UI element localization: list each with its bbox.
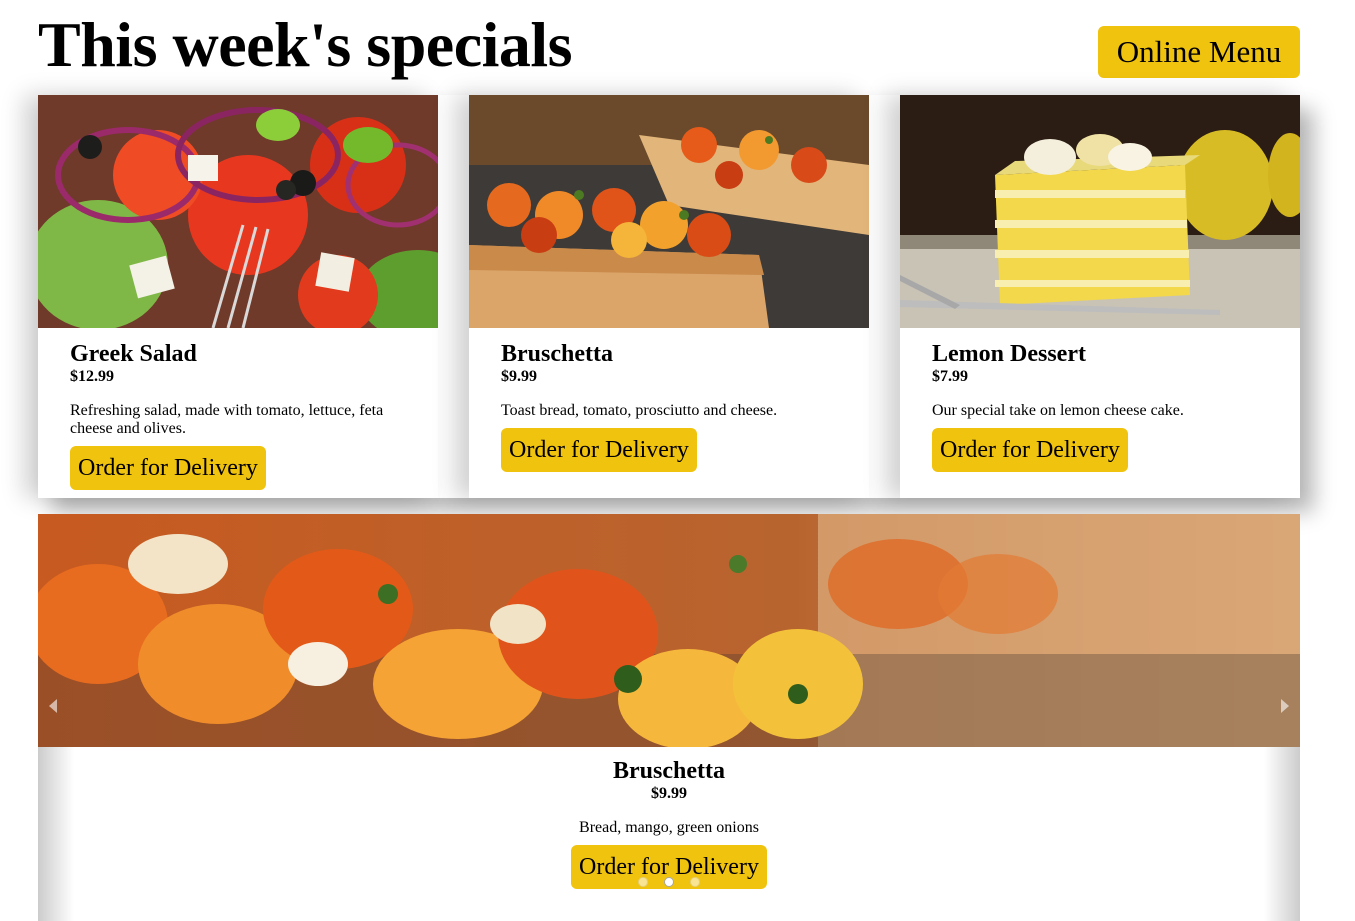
carousel-dot[interactable] bbox=[690, 877, 700, 887]
online-menu-button[interactable]: Online Menu bbox=[1098, 26, 1300, 78]
special-card-lemon-dessert: Lemon Dessert $7.99 Our special take on … bbox=[900, 95, 1300, 498]
bruschetta-image bbox=[469, 95, 869, 328]
special-description: Toast bread, tomato, prosciutto and chee… bbox=[501, 402, 778, 419]
special-card-bruschetta: Bruschetta $9.99 Toast bread, tomato, pr… bbox=[469, 95, 869, 498]
special-price: $9.99 bbox=[501, 368, 537, 385]
special-name: Bruschetta bbox=[501, 341, 613, 367]
order-for-delivery-button[interactable]: Order for Delivery bbox=[501, 428, 697, 472]
special-name: Greek Salad bbox=[70, 341, 197, 367]
chevron-right-icon[interactable] bbox=[1278, 697, 1292, 715]
order-for-delivery-button[interactable]: Order for Delivery bbox=[70, 446, 266, 490]
carousel-slide-caption: Bruschetta $9.99 Bread, mango, green oni… bbox=[38, 757, 1300, 889]
order-for-delivery-button[interactable]: Order for Delivery bbox=[932, 428, 1128, 472]
slide-price: $9.99 bbox=[651, 785, 687, 802]
carousel-dot[interactable] bbox=[638, 877, 648, 887]
special-description: Our special take on lemon cheese cake. bbox=[932, 402, 1184, 419]
specials-carousel: Bruschetta $9.99 Bread, mango, green oni… bbox=[38, 514, 1300, 921]
special-description: Refreshing salad, made with tomato, lett… bbox=[70, 402, 384, 437]
carousel-slide-image bbox=[38, 514, 1300, 747]
special-price: $12.99 bbox=[70, 368, 114, 385]
greek-salad-image bbox=[38, 95, 438, 328]
page-title: This week's specials bbox=[38, 9, 573, 80]
slide-description: Bread, mango, green onions bbox=[579, 819, 759, 836]
carousel-indicators bbox=[38, 874, 1300, 892]
special-card-greek-salad: Greek Salad $12.99 Refreshing salad, mad… bbox=[38, 95, 438, 498]
special-price: $7.99 bbox=[932, 368, 968, 385]
slide-name: Bruschetta bbox=[613, 758, 725, 784]
chevron-left-icon[interactable] bbox=[46, 697, 60, 715]
carousel-dot[interactable] bbox=[664, 877, 674, 887]
lemon-dessert-image bbox=[900, 95, 1300, 328]
special-name: Lemon Dessert bbox=[932, 341, 1086, 367]
